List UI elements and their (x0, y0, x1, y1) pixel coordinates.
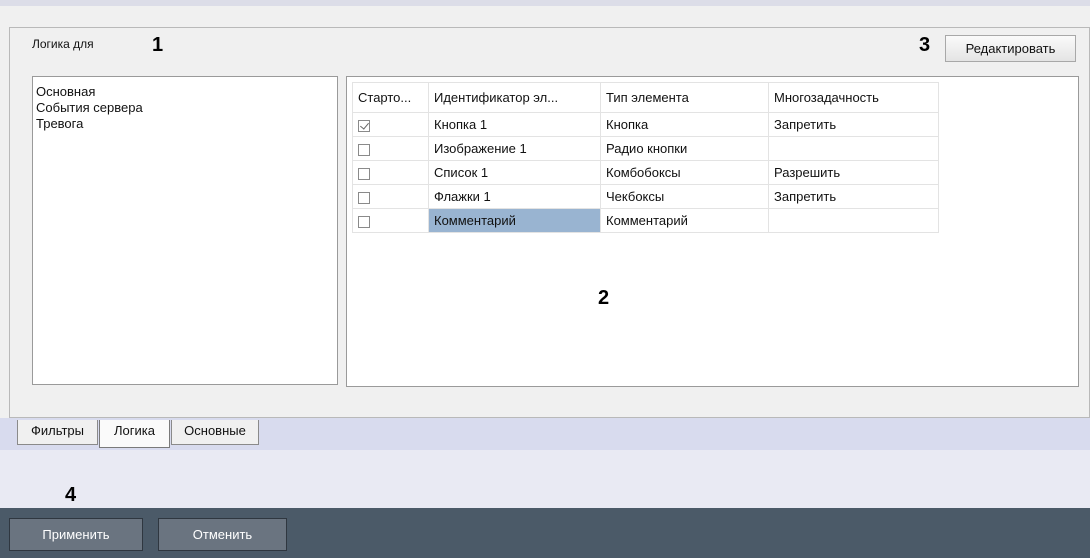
type-cell[interactable]: Кнопка (600, 112, 769, 137)
tab-logic[interactable]: Логика (99, 420, 170, 448)
logic-list-item-alarm[interactable]: Тревога (36, 116, 83, 131)
type-cell[interactable]: Комбобоксы (600, 160, 769, 185)
marker-1: 1 (152, 34, 164, 56)
startup-cell[interactable] (352, 184, 429, 209)
logic-list-item-server-events[interactable]: События сервера (36, 100, 143, 115)
table-row[interactable]: Список 1 Комбобоксы Разрешить (352, 160, 939, 185)
cancel-button[interactable]: Отменить (158, 518, 287, 551)
startup-cell[interactable] (352, 208, 429, 233)
logic-for-label: Логика для (32, 37, 94, 51)
identifier-cell[interactable]: Изображение 1 (428, 136, 601, 161)
column-header-type[interactable]: Тип элемента (600, 82, 769, 113)
elements-grid[interactable]: Старто... Идентификатор эл... Тип элемен… (346, 76, 1079, 387)
column-header-startup[interactable]: Старто... (352, 82, 429, 113)
table-row[interactable]: Комментарий Комментарий (352, 208, 939, 233)
identifier-cell[interactable]: Список 1 (428, 160, 601, 185)
startup-checkbox[interactable] (358, 191, 370, 204)
table-row[interactable]: Изображение 1 Радио кнопки (352, 136, 939, 161)
marker-4: 4 (65, 484, 77, 506)
table-row[interactable]: Кнопка 1 Кнопка Запретить (352, 112, 939, 137)
tab-strip: Фильтры Логика Основные (0, 418, 1090, 450)
startup-cell[interactable] (352, 160, 429, 185)
logic-list-item-main[interactable]: Основная (36, 84, 95, 99)
startup-cell[interactable] (352, 112, 429, 137)
elements-table: Старто... Идентификатор эл... Тип элемен… (352, 82, 939, 233)
footer-area: 4 (0, 450, 1090, 508)
identifier-cell[interactable]: Кнопка 1 (428, 112, 601, 137)
tab-filters[interactable]: Фильтры (17, 420, 98, 445)
multitask-cell[interactable]: Разрешить (768, 160, 939, 185)
column-header-identifier[interactable]: Идентификатор эл... (428, 82, 601, 113)
startup-checkbox[interactable] (358, 143, 370, 156)
tab-main[interactable]: Основные (171, 420, 259, 445)
column-header-multitask[interactable]: Многозадачность (768, 82, 939, 113)
apply-button[interactable]: Применить (9, 518, 143, 551)
type-cell[interactable]: Радио кнопки (600, 136, 769, 161)
type-cell[interactable]: Чекбоксы (600, 184, 769, 209)
startup-cell[interactable] (352, 136, 429, 161)
top-cropped-text-strip (0, 0, 1090, 6)
edit-button[interactable]: Редактировать (945, 35, 1076, 62)
multitask-cell[interactable] (768, 208, 939, 233)
logic-list[interactable]: Основная События сервера Тревога (32, 76, 338, 385)
table-header-row: Старто... Идентификатор эл... Тип элемен… (352, 82, 939, 113)
table-row[interactable]: Флажки 1 Чекбоксы Запретить (352, 184, 939, 209)
startup-checkbox[interactable] (358, 119, 370, 132)
multitask-cell[interactable] (768, 136, 939, 161)
marker-3: 3 (919, 34, 931, 56)
startup-checkbox[interactable] (358, 215, 370, 228)
identifier-cell-selected[interactable]: Комментарий (428, 208, 601, 233)
startup-checkbox[interactable] (358, 167, 370, 180)
type-cell[interactable]: Комментарий (600, 208, 769, 233)
multitask-cell[interactable]: Запретить (768, 184, 939, 209)
bottom-action-bar: Применить Отменить (0, 508, 1090, 558)
multitask-cell[interactable]: Запретить (768, 112, 939, 137)
marker-2: 2 (598, 287, 610, 309)
identifier-cell[interactable]: Флажки 1 (428, 184, 601, 209)
